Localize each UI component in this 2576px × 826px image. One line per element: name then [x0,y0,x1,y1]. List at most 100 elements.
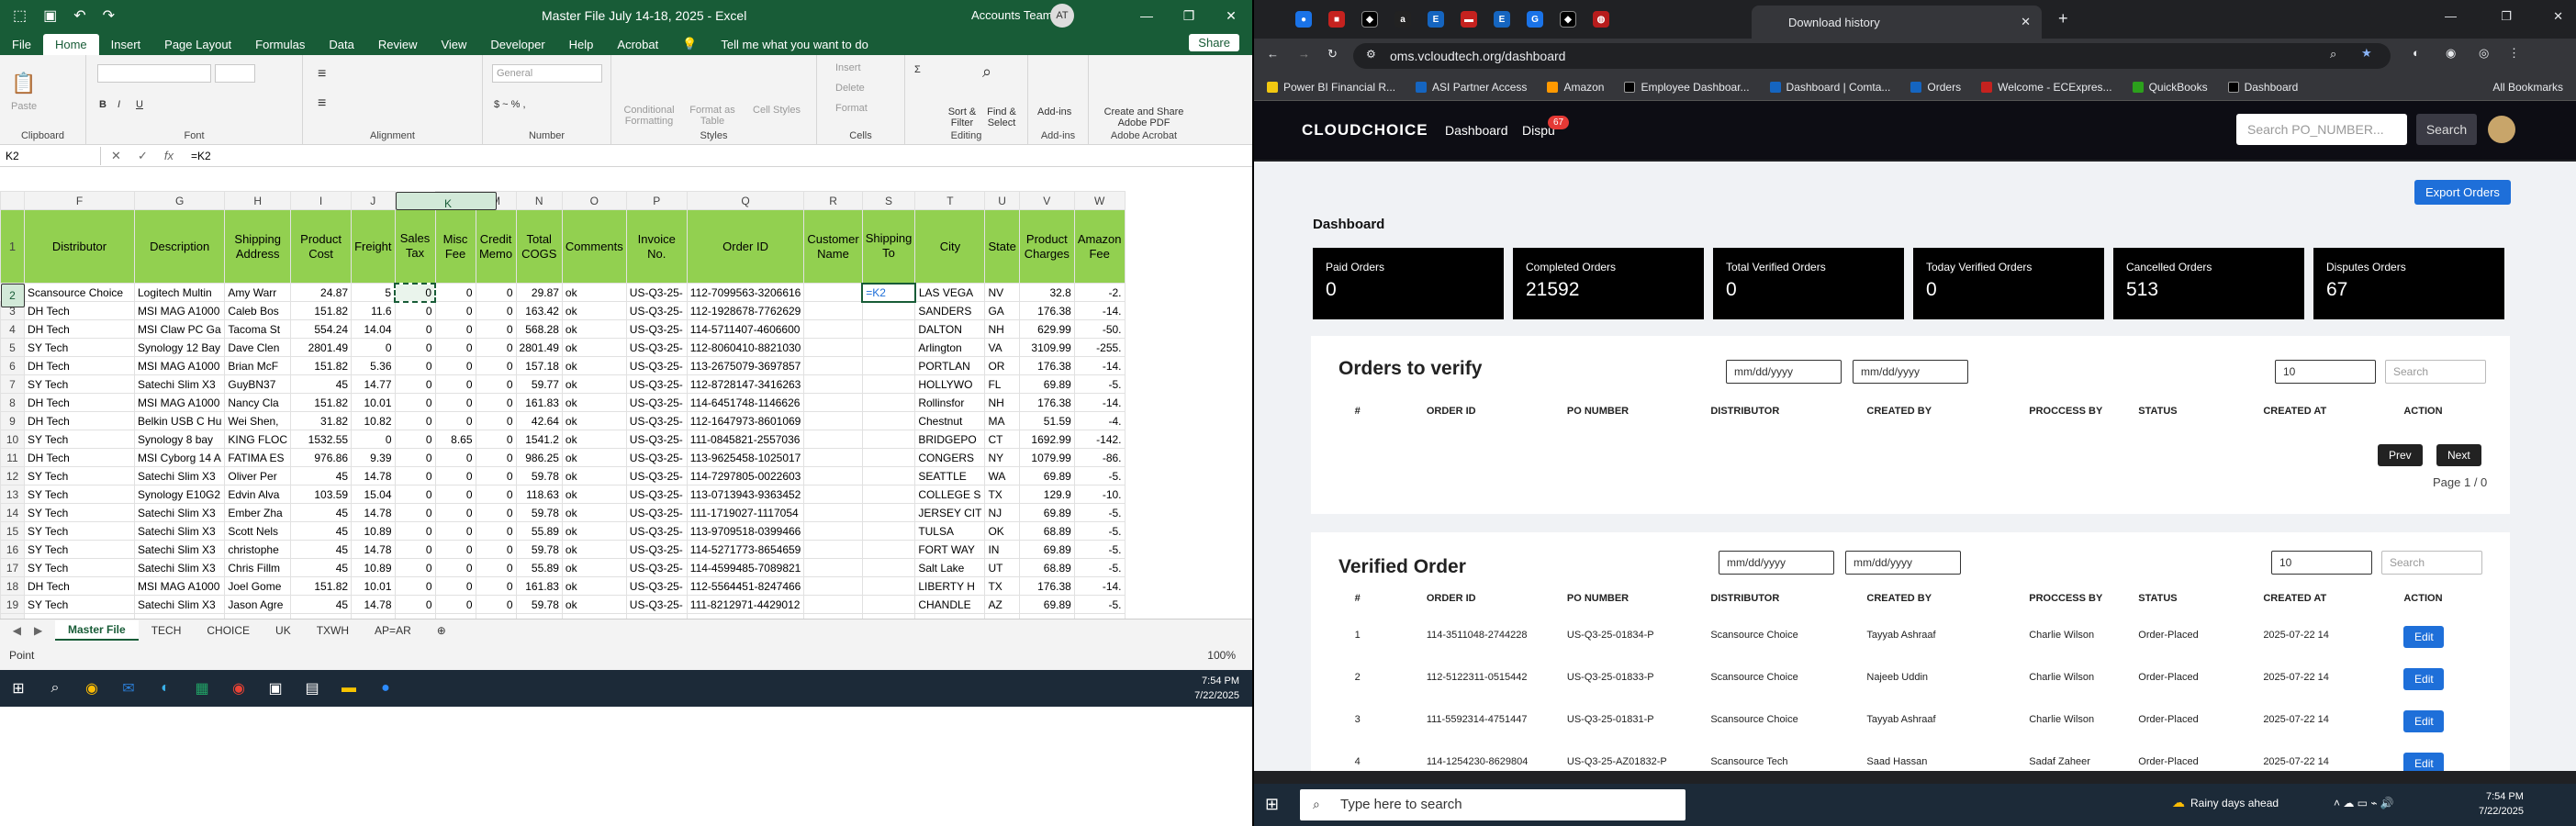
cell[interactable]: MSI MAG A1000 [133,393,226,412]
cell[interactable]: 10.82 [351,411,396,430]
row-header[interactable]: 5 [0,338,25,357]
cell[interactable]: SY Tech [24,430,135,449]
cell[interactable]: SY Tech [24,521,135,541]
cell[interactable]: 114-6451748-1146626 [686,393,805,412]
number-format-select[interactable]: General [492,64,602,83]
cell[interactable]: 111-0845821-2557036 [686,430,805,449]
cell[interactable]: 151.82 [290,356,353,375]
cell[interactable]: -10. [1073,485,1126,504]
paste-icon[interactable]: 📋 [11,72,36,95]
cell[interactable]: Salt Lake [914,558,986,577]
cell[interactable]: 2801.49 [515,338,563,357]
row-header[interactable]: 6 [0,356,25,375]
font-name-select[interactable] [97,64,211,83]
currency-icon[interactable]: $ ~ % , [494,99,526,110]
header-cell[interactable]: Order ID [686,209,805,284]
verified-search-input[interactable]: Search [2381,551,2482,575]
cell[interactable]: UT [984,558,1020,577]
cell[interactable]: 55.89 [515,521,563,541]
cell[interactable]: 0 [475,558,517,577]
cell[interactable]: NV [984,283,1020,302]
all-bookmarks[interactable]: All Bookmarks [2492,81,2563,94]
cell[interactable]: -4. [1073,411,1126,430]
cell[interactable]: 68.89 [1018,521,1075,541]
header-cell[interactable]: Sales Tax [394,209,436,284]
minimize-icon[interactable]: — [2445,9,2457,23]
cell[interactable]: 114-4599485-7089821 [686,558,805,577]
edit-button[interactable]: Edit [2403,753,2445,771]
cell[interactable] [861,595,916,614]
cell[interactable]: 3109.99 [1018,338,1075,357]
cell[interactable]: 0 [475,466,517,486]
cell[interactable]: TX [984,485,1020,504]
cell[interactable]: 8.65 [434,430,476,449]
cell[interactable]: 2801.49 [290,338,353,357]
windows-start-icon[interactable]: ⊞ [0,670,37,707]
cell[interactable]: COLLEGE S [914,485,986,504]
cell[interactable]: Satechi Slim X3 [133,540,226,559]
header-cell[interactable]: Total COGS [515,209,563,284]
autosum-icon[interactable]: Σ [914,64,921,75]
cell[interactable] [861,503,916,522]
cell[interactable]: 0 [475,521,517,541]
verify-date-to[interactable]: mm/dd/yyyy [1853,360,1968,384]
cell[interactable]: SY Tech [24,595,135,614]
select-all-corner[interactable] [0,191,25,210]
tab-insert[interactable]: Insert [99,34,153,55]
chrome-tab[interactable]: ▬ [1452,6,1485,33]
cell[interactable]: 976.86 [290,448,353,467]
url-input[interactable]: oms.vcloudtech.org/dashboard [1353,43,2391,69]
edit-button[interactable]: Edit [2403,626,2445,648]
cell[interactable]: ok [561,283,627,302]
cell[interactable]: US-Q3-25- [625,521,688,541]
calculator-icon[interactable]: ▤ [294,670,330,707]
cell[interactable]: 151.82 [290,301,353,320]
cell[interactable]: 176.38 [1018,356,1075,375]
cell[interactable]: KING FLOC [224,430,292,449]
cell[interactable]: 10.89 [351,521,396,541]
back-icon[interactable]: ← [1267,47,1279,61]
cell[interactable]: 0 [475,411,517,430]
cell[interactable]: 0 [434,338,476,357]
cell[interactable]: 0 [394,595,436,614]
cell[interactable]: -2. [1073,283,1126,302]
worksheet-grid[interactable]: FGHIJKLMNOPQRSTUVW 1DistributorDescripti… [0,191,1252,619]
outlook-icon[interactable]: ✉ [110,670,147,707]
paste-button[interactable]: Paste [11,101,37,112]
cell[interactable]: 42.64 [515,411,563,430]
autosave-icon[interactable]: ⬚ [13,6,27,25]
column-header[interactable]: J [351,191,396,210]
cell[interactable]: 10.01 [351,576,396,596]
cell[interactable]: 0 [394,374,436,394]
cell[interactable]: 1532.55 [290,430,353,449]
cell[interactable]: US-Q3-25- [625,411,688,430]
cell[interactable] [861,576,916,596]
cell[interactable]: 68.89 [1018,558,1075,577]
header-cell[interactable]: City [914,209,986,284]
cell[interactable]: Logitech Multin [133,283,226,302]
cell[interactable]: 157.18 [515,356,563,375]
cell[interactable]: SANDERS [914,301,986,320]
avatar[interactable]: AT [1050,4,1074,28]
cell[interactable] [861,319,916,339]
cell[interactable]: US-Q3-25- [625,540,688,559]
cell[interactable]: DH Tech [24,319,135,339]
cell[interactable]: 112-5564451-8247466 [686,576,805,596]
cell[interactable]: TX [984,576,1020,596]
column-header[interactable]: R [803,191,863,210]
header-cell[interactable]: Product Cost [290,209,353,284]
cell[interactable]: GuyBN37 [224,374,292,394]
bookmark-item[interactable]: Welcome - ECExpres... [1981,81,2112,94]
cell[interactable]: 0 [475,301,517,320]
format-as-table-button[interactable]: Format as Table [685,105,740,127]
row-header[interactable]: 10 [0,430,25,449]
cell[interactable]: 0 [394,558,436,577]
cell[interactable]: LIBERTY H [914,576,986,596]
cell[interactable]: 0 [394,319,436,339]
cell[interactable] [861,338,916,357]
cell[interactable]: MSI Claw PC Ga [133,319,226,339]
cell[interactable]: Satechi Slim X3 [133,374,226,394]
conditional-formatting-button[interactable]: Conditional Formatting [619,105,679,127]
cell[interactable]: 0 [475,393,517,412]
column-header[interactable]: U [984,191,1020,210]
